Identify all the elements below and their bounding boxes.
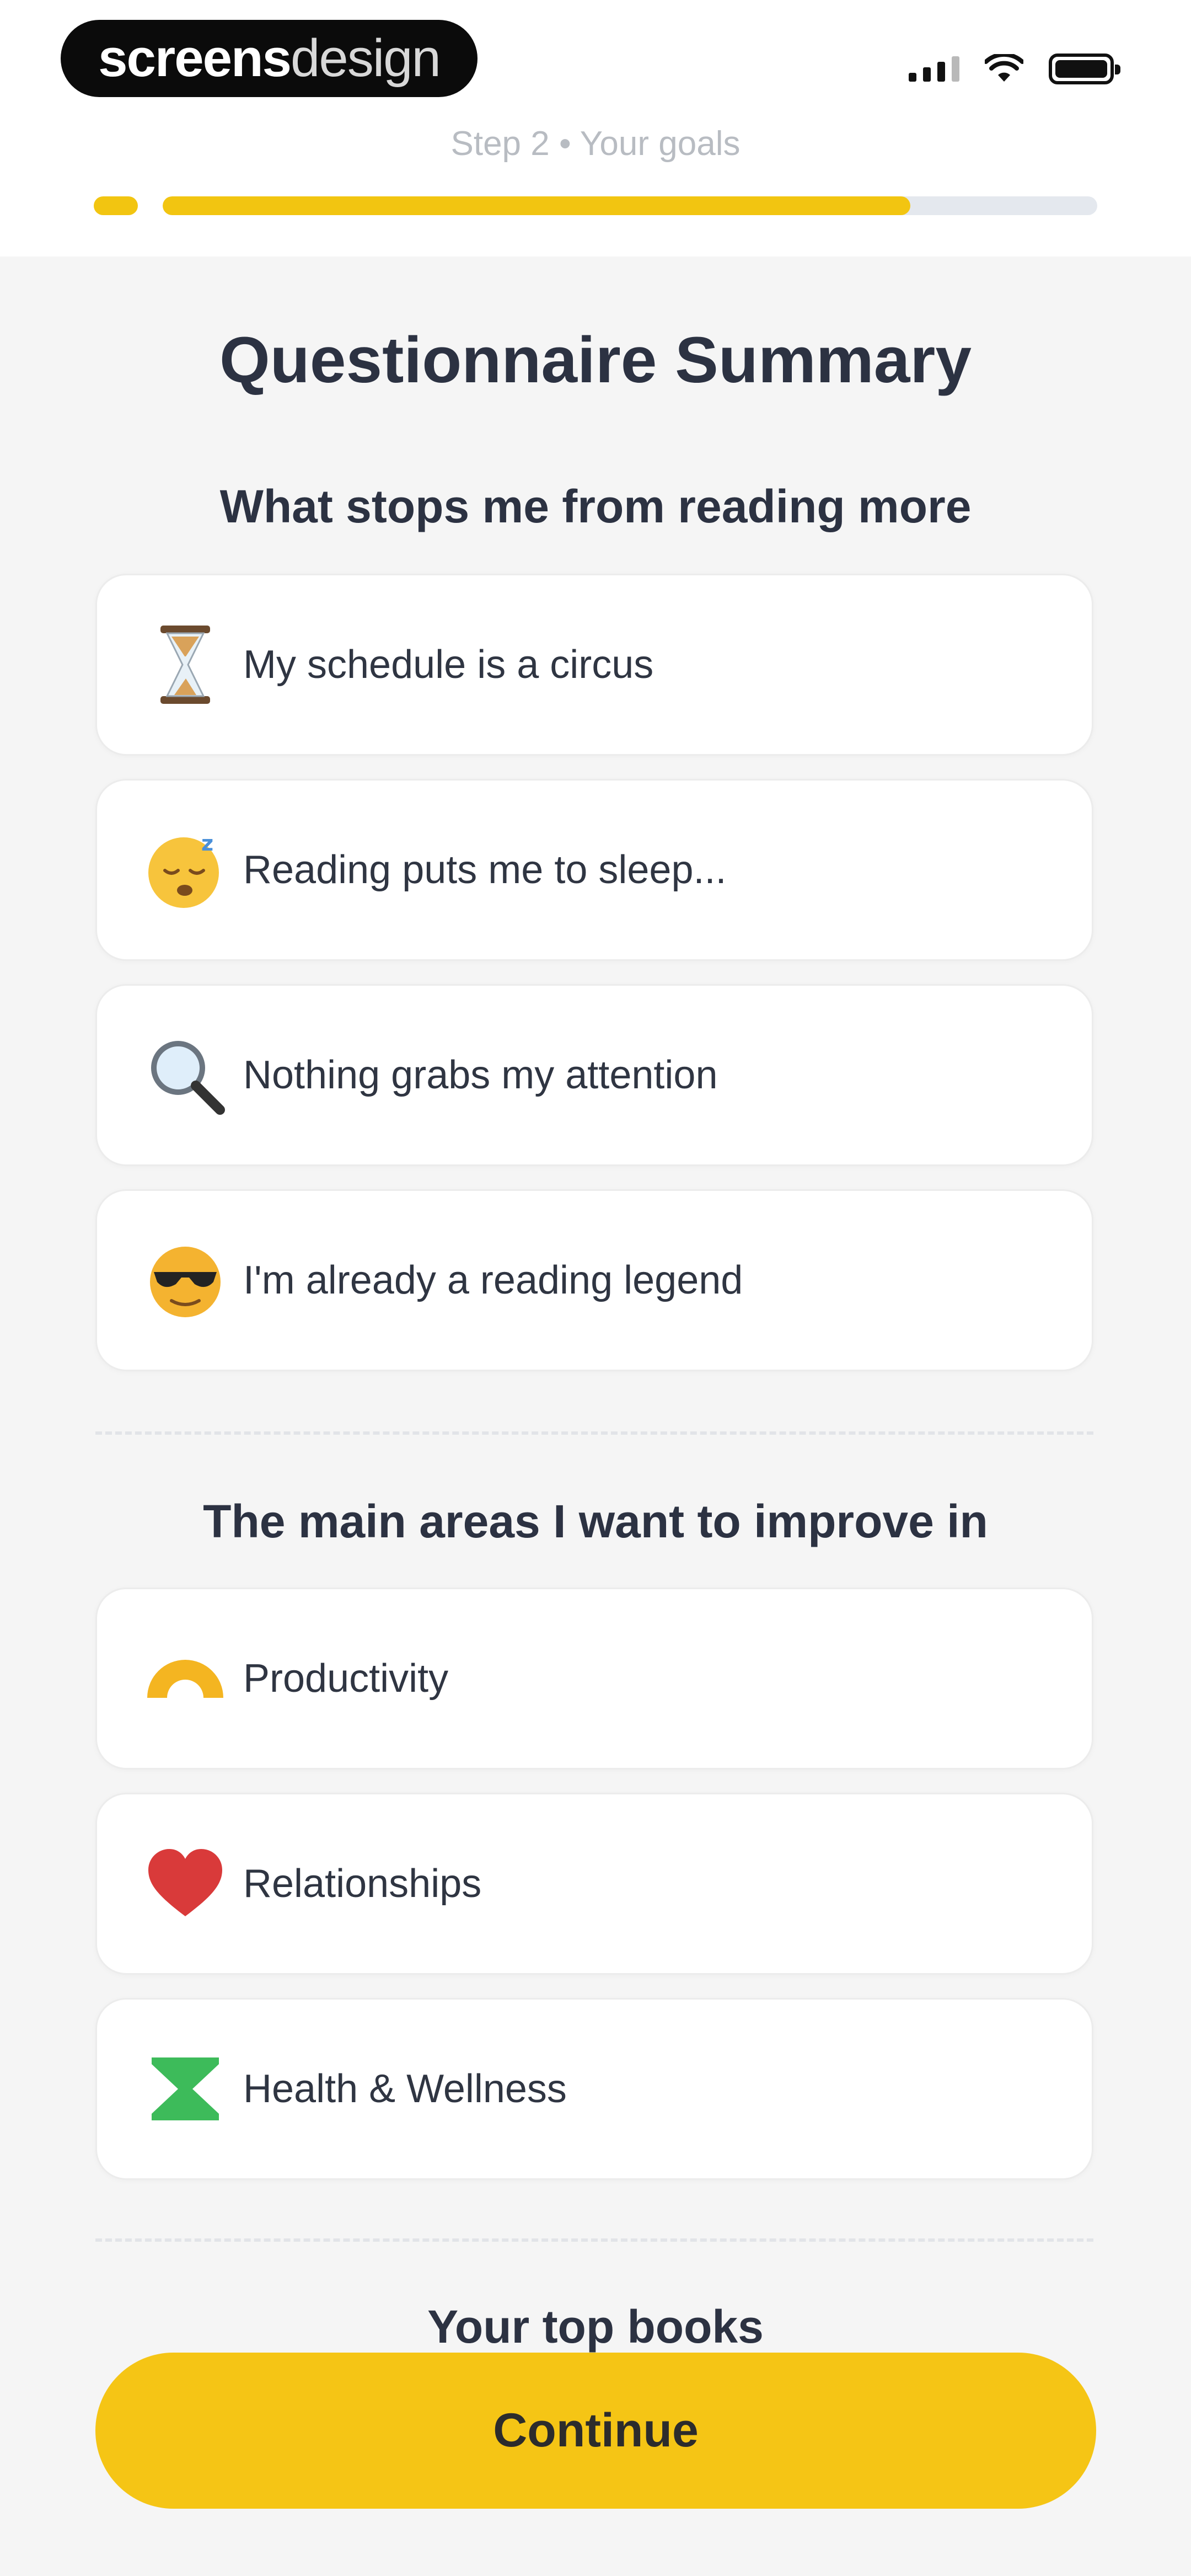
summary-item-label: Reading puts me to sleep... bbox=[243, 848, 727, 892]
summary-item-label: My schedule is a circus bbox=[243, 643, 654, 687]
progress-track bbox=[163, 196, 1097, 215]
summary-item: Nothing grabs my attention bbox=[95, 984, 1093, 1166]
brand-bold: screens bbox=[98, 29, 292, 88]
progress-fill bbox=[163, 196, 910, 215]
summary-item: Productivity bbox=[95, 1588, 1093, 1770]
sunglasses-face-icon bbox=[144, 1239, 227, 1322]
summary-item-label: Nothing grabs my attention bbox=[243, 1053, 718, 1097]
section-title-improve: The main areas I want to improve in bbox=[203, 1495, 988, 1547]
magnifier-icon bbox=[144, 1034, 227, 1116]
section-divider bbox=[95, 1431, 1093, 1435]
summary-item: Relationships bbox=[95, 1793, 1093, 1975]
section-title-obstacles: What stops me from reading more bbox=[219, 480, 972, 532]
page-title: Questionnaire Summary bbox=[219, 324, 972, 397]
header: screens design Step 2 • Your goals bbox=[0, 0, 1191, 256]
summary-item: I'm already a reading legend bbox=[95, 1189, 1093, 1371]
continue-button[interactable]: Continue bbox=[95, 2353, 1096, 2509]
battery-icon bbox=[1049, 54, 1120, 84]
hourglass-shape-icon bbox=[144, 2048, 227, 2130]
summary-item-label: I'm already a reading legend bbox=[243, 1258, 743, 1302]
svg-text:z: z bbox=[201, 831, 213, 856]
wifi-icon bbox=[985, 54, 1023, 82]
section-title-top-books: Your top books bbox=[427, 2301, 764, 2353]
status-bar bbox=[909, 50, 1120, 88]
progress-step-previous bbox=[94, 196, 138, 215]
hourglass-icon bbox=[144, 623, 227, 706]
cellular-signal-icon bbox=[909, 56, 959, 82]
sleepy-face-icon: z bbox=[144, 829, 227, 911]
screen: screens design Step 2 • Your goals Questi… bbox=[0, 0, 1191, 2576]
summary-item-label: Health & Wellness bbox=[243, 2067, 567, 2111]
brand-light: design bbox=[291, 29, 441, 88]
summary-item: My schedule is a circus bbox=[95, 574, 1093, 756]
summary-item: z Reading puts me to sleep... bbox=[95, 779, 1093, 961]
progress-bar bbox=[94, 196, 1097, 215]
summary-item-label: Relationships bbox=[243, 1862, 482, 1906]
step-label: Step 2 • Your goals bbox=[450, 125, 741, 163]
productivity-arc-icon bbox=[144, 1637, 227, 1720]
summary-item: Health & Wellness bbox=[95, 1998, 1093, 2180]
summary-item-label: Productivity bbox=[243, 1656, 449, 1701]
brand-logo: screens design bbox=[61, 20, 478, 97]
section-divider bbox=[95, 2238, 1093, 2242]
heart-icon bbox=[144, 1842, 227, 1925]
